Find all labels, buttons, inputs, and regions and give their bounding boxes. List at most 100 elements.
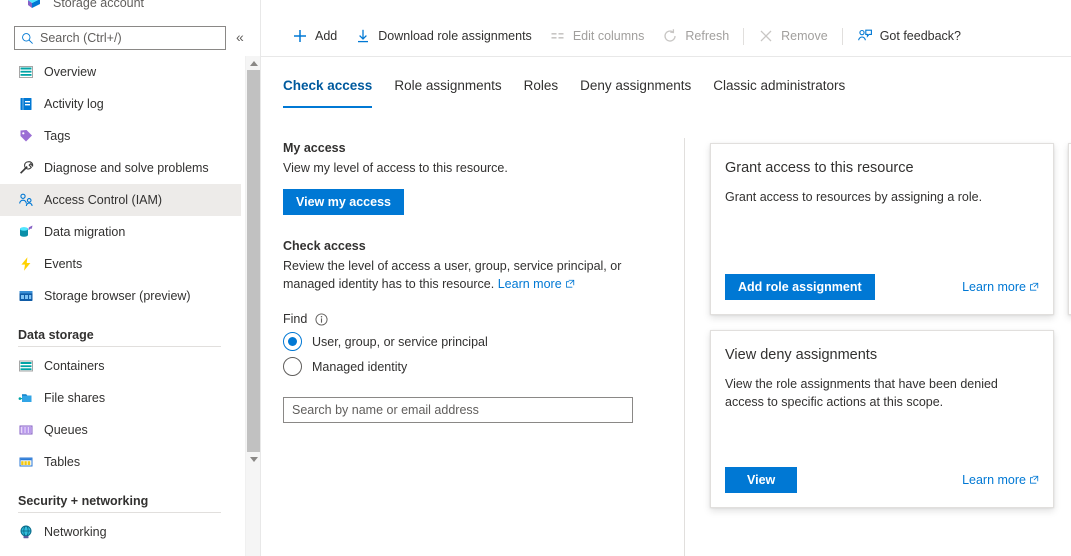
networking-icon [18,524,34,540]
info-icon[interactable] [315,313,328,326]
sidebar-item-tables[interactable]: Tables [0,446,241,478]
sidebar-item-label: Storage browser (preview) [44,289,191,303]
add-button[interactable]: Add [283,20,346,52]
radio-indicator[interactable] [283,332,302,351]
card-footer: View Learn more [725,467,1039,493]
sidebar-item-label: Queues [44,423,88,437]
resource-type-label: Storage account [53,0,144,11]
search-icon [21,32,34,45]
sidebar-item-activity-log[interactable]: Activity log [0,88,241,120]
check-access-pane: My access View my level of access to thi… [283,139,683,423]
download-role-assignments-button[interactable]: Download role assignments [346,20,541,52]
sidebar-group-title: Data storage [0,312,245,346]
refresh-icon [662,28,678,44]
sidebar-item-label: Activity log [44,97,104,111]
sidebar-item-data-migration[interactable]: Data migration [0,216,241,248]
card-title: Grant access to this resource [725,160,914,176]
check-access-title: Check access [283,237,683,255]
sidebar-item-label: Access Control (IAM) [44,193,162,207]
sidebar-search-placeholder: Search (Ctrl+/) [40,31,122,45]
tab-roles[interactable]: Roles [524,74,559,108]
learn-more-label[interactable]: Learn more [962,280,1026,294]
scroll-down-icon[interactable] [246,452,261,466]
sidebar-item-events[interactable]: Events [0,248,241,280]
sidebar-item-label: Diagnose and solve problems [44,161,209,175]
check-access-learn-more-link[interactable]: Learn more [498,277,562,291]
view-my-access-button[interactable]: View my access [283,189,404,215]
edit-columns-icon [550,28,566,44]
radio-label: User, group, or service principal [312,335,488,349]
sidebar-item-file-shares[interactable]: File shares [0,382,241,414]
command-label: Refresh [685,29,729,43]
people-search-input[interactable]: Search by name or email address [283,397,633,423]
tab-classic-administrators[interactable]: Classic administrators [713,74,845,108]
radio-managed-identity[interactable]: Managed identity [283,357,683,376]
command-bar: Add Download role assignments [261,18,1071,54]
containers-icon [18,358,34,374]
feedback-icon [857,28,873,44]
command-label: Remove [781,29,828,43]
sidebar-item-queues[interactable]: Queues [0,414,241,446]
card-description: Grant access to resources by assigning a… [725,188,1037,206]
sidebar-item-storage-browser[interactable]: Storage browser (preview) [0,280,241,312]
command-label: Edit columns [573,29,645,43]
sidebar-item-label: Data migration [44,225,125,239]
sidebar-item-label: Tags [44,129,70,143]
sidebar-scrollbar-thumb[interactable] [247,70,260,452]
sidebar-item-diagnose-and-solve-problems[interactable]: Diagnose and solve problems [0,152,241,184]
command-separator [743,28,744,45]
tab-check-access[interactable]: Check access [283,74,372,108]
sidebar-scrollbar[interactable] [245,56,260,556]
check-access-description-line2: managed identity has to this resource. [283,277,494,291]
wrench-icon [18,160,34,176]
card-footer: Add role assignment Learn more [725,274,1039,300]
find-row: Find [283,312,683,326]
people-icon [18,192,34,208]
radio-user-group-service-principal[interactable]: User, group, or service principal [283,332,683,351]
card-title: View deny assignments [725,347,877,363]
command-separator [842,28,843,45]
overview-icon [18,64,34,80]
close-icon [758,28,774,44]
view-deny-assignments-button[interactable]: View [725,467,797,493]
plus-icon [292,28,308,44]
card-learn-more[interactable]: Learn more [962,278,1039,296]
pane-divider [684,138,685,556]
check-access-description: Review the level of access a user, group… [283,257,683,293]
find-label: Find [283,312,307,326]
collapse-sidebar-icon[interactable]: « [236,29,244,45]
refresh-button: Refresh [653,20,738,52]
add-role-assignment-button[interactable]: Add role assignment [725,274,875,300]
command-label: Got feedback? [880,29,961,43]
tables-icon [18,454,34,470]
learn-more-label[interactable]: Learn more [962,473,1026,487]
command-label: Download role assignments [378,29,532,43]
card-learn-more[interactable]: Learn more [962,471,1039,489]
queues-icon [18,422,34,438]
tab-deny-assignments[interactable]: Deny assignments [580,74,691,108]
sidebar-group-divider [18,512,221,513]
radio-indicator[interactable] [283,357,302,376]
tab-role-assignments[interactable]: Role assignments [394,74,501,108]
sidebar-item-label: Networking [44,525,107,539]
tag-icon [18,128,34,144]
my-access-title: My access [283,139,683,157]
sidebar-item-label: File shares [44,391,105,405]
radio-label: Managed identity [312,360,407,374]
edit-columns-button: Edit columns [541,20,654,52]
sidebar-item-overview[interactable]: Overview [0,56,241,88]
sidebar-item-label: Containers [44,359,104,373]
sidebar-search[interactable]: Search (Ctrl+/) [14,26,226,50]
sidebar-item-networking[interactable]: Networking [0,516,241,548]
sidebar-item-access-control-iam[interactable]: Access Control (IAM) [0,184,241,216]
external-link-icon [1029,472,1039,482]
sidebar-group-title: Security + networking [0,478,245,512]
sidebar-item-containers[interactable]: Containers [0,350,241,382]
view-deny-assignments-card: View deny assignments View the role assi… [710,330,1054,508]
scroll-up-icon[interactable] [246,56,261,70]
sidebar-item-tags[interactable]: Tags [0,120,241,152]
external-link-icon [565,276,575,286]
command-label: Add [315,29,337,43]
got-feedback-button[interactable]: Got feedback? [848,20,970,52]
azure-portal-iam-page: Storage account Search (Ctrl+/) « [0,0,1071,556]
